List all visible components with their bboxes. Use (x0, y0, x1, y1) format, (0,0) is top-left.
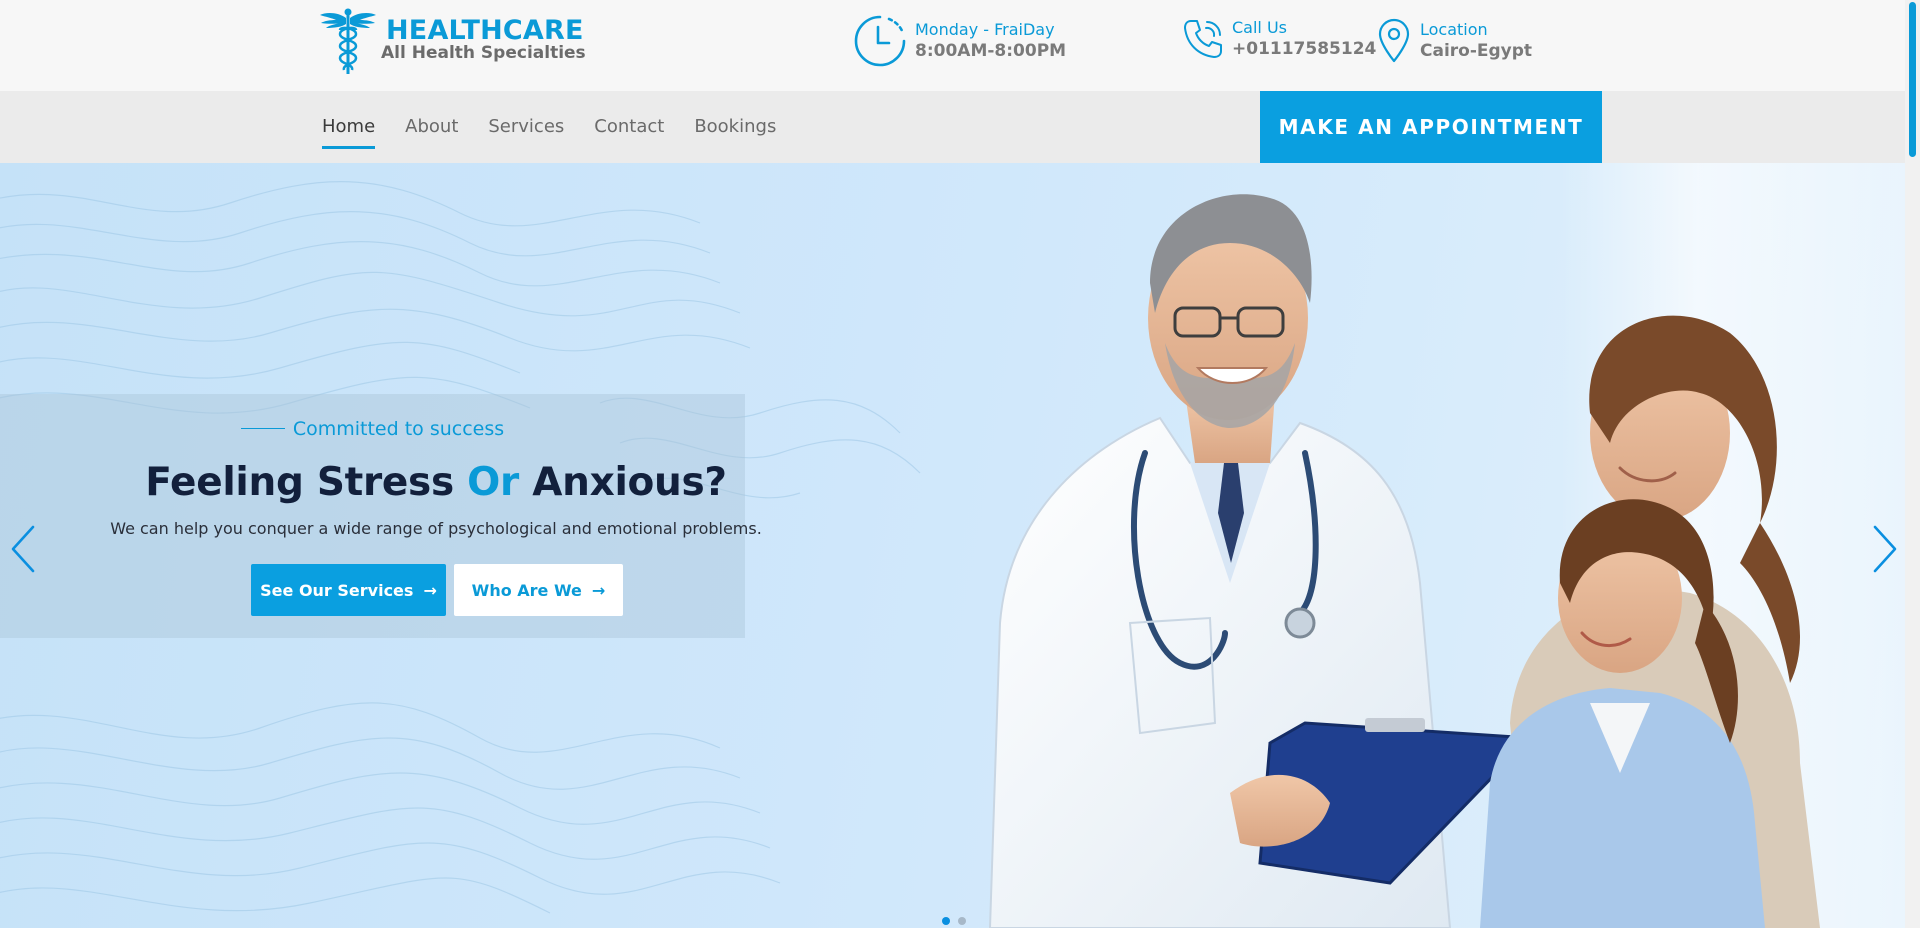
page-scrollbar[interactable] (1905, 0, 1920, 928)
main-navbar: Home About Services Contact Bookings (0, 91, 1905, 163)
nav-item-services[interactable]: Services (488, 91, 564, 163)
headline-accent: Or (467, 460, 519, 505)
top-info-bar: HEALTHCARE All Health Specialties Monday… (0, 0, 1905, 91)
nav-item-about[interactable]: About (405, 91, 458, 163)
slider-prev-arrow-icon[interactable] (10, 525, 36, 573)
hero-headline: Feeling Stress Or Anxious? (0, 460, 872, 505)
brand-title: HEALTHCARE (386, 15, 584, 46)
location-info[interactable]: Location Cairo-Egypt (1376, 18, 1532, 64)
hero-kicker-text: Committed to success (292, 418, 505, 440)
who-are-we-button[interactable]: Who Are We → (454, 564, 623, 616)
call-info[interactable]: Call Us +01117585124 (1182, 18, 1376, 60)
hero-description: We can help you conquer a wide range of … (110, 519, 762, 538)
caduceus-icon (320, 8, 376, 74)
hours-value: 8:00AM-8:00PM (915, 41, 1067, 61)
call-value: +01117585124 (1232, 39, 1377, 59)
clock-icon (854, 15, 906, 67)
call-label: Call Us (1232, 18, 1287, 37)
location-value: Cairo-Egypt (1420, 41, 1533, 61)
see-our-services-label: See Our Services (260, 580, 414, 600)
hours-label: Monday - FraiDay (915, 20, 1055, 39)
who-are-we-label: Who Are We (471, 580, 582, 600)
slider-pagination (942, 917, 974, 925)
kicker-line (240, 427, 285, 429)
brand-logo[interactable]: HEALTHCARE All Health Specialties (318, 8, 586, 76)
nav-item-bookings[interactable]: Bookings (694, 91, 776, 163)
hero-caption: Committed to success Feeling Stress Or A… (0, 394, 762, 638)
main-nav: Home About Services Contact Bookings (322, 91, 806, 163)
map-pin-icon (1378, 18, 1410, 63)
slider-next-arrow-icon[interactable] (1872, 525, 1898, 573)
brand-subtitle: All Health Specialties (381, 43, 586, 63)
nav-item-home[interactable]: Home (322, 91, 376, 163)
hero-kicker: Committed to success (0, 418, 745, 440)
hero-slider: Committed to success Feeling Stress Or A… (0, 163, 1905, 928)
nav-item-contact[interactable]: Contact (594, 91, 664, 163)
hours-info: Monday - FraiDay 8:00AM-8:00PM (853, 14, 1066, 68)
arrow-right-icon: → (591, 580, 606, 600)
hero-image-doctor-family (988, 194, 1820, 928)
location-label: Location (1420, 20, 1488, 39)
see-our-services-button[interactable]: See Our Services → (251, 564, 446, 616)
arrow-right-icon: → (423, 580, 437, 600)
phone-icon (1184, 20, 1222, 58)
headline-part-2: Anxious? (518, 460, 727, 505)
slider-dot-2[interactable] (958, 917, 966, 925)
scrollbar-thumb[interactable] (1909, 2, 1916, 157)
make-appointment-button[interactable]: MAKE AN APPOINTMENT (1260, 91, 1602, 163)
headline-part-1: Feeling Stress (145, 460, 468, 505)
slider-dot-1[interactable] (942, 917, 950, 925)
